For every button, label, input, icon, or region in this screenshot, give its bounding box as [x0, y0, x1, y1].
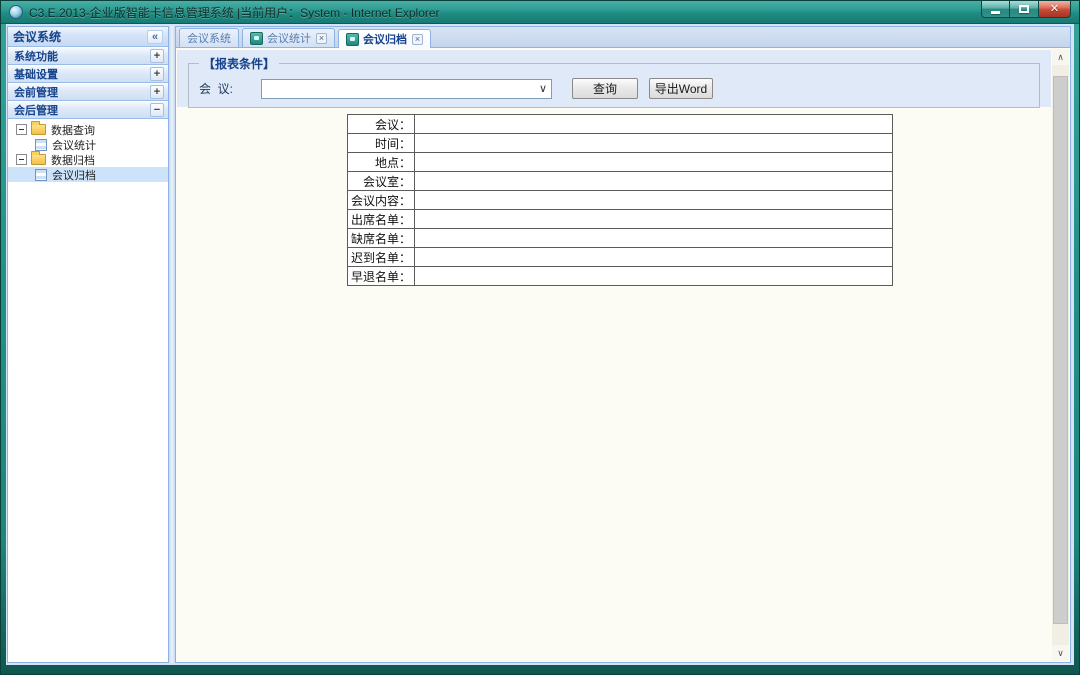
minimize-icon	[991, 11, 1000, 14]
close-button[interactable]: ✕	[1038, 1, 1071, 18]
fieldset-legend: 【报表条件】	[199, 55, 279, 72]
row-label: 会议：	[348, 115, 415, 134]
window-controls: ✕	[981, 1, 1071, 18]
row-value	[415, 210, 893, 229]
folder-icon	[31, 124, 46, 135]
sidebar: 会议系统 « 系统功能 + 基础设置 + 会前管理 + 会后管理 −	[7, 26, 169, 663]
table-row: 会议内容：	[348, 191, 893, 210]
row-value	[415, 115, 893, 134]
tab-meeting-system[interactable]: 会议系统	[179, 28, 239, 47]
expand-plus-icon[interactable]: +	[150, 85, 164, 99]
tree-node-meeting-archive[interactable]: 会议归档	[8, 167, 168, 182]
scroll-down-button[interactable]: ∨	[1052, 645, 1069, 661]
report-leaf-icon	[35, 139, 47, 151]
window-title: C3.E.2013-企业版智能卡信息管理系统 |当前用户：System - In…	[29, 4, 440, 21]
row-value	[415, 267, 893, 286]
folder-icon	[31, 154, 46, 165]
window-favicon-icon	[9, 5, 23, 19]
table-row: 出席名单：	[348, 210, 893, 229]
navigation-tree: 数据查询 会议统计 数据归档 会议归档	[8, 119, 168, 662]
meeting-tab-icon	[346, 33, 359, 46]
close-icon: ✕	[1050, 4, 1059, 15]
titlebar[interactable]: C3.E.2013-企业版智能卡信息管理系统 |当前用户：System - In…	[1, 1, 1079, 24]
tree-node-meeting-stats[interactable]: 会议统计	[8, 137, 168, 152]
scroll-up-button[interactable]: ∧	[1052, 49, 1069, 65]
collapse-minus-icon[interactable]: −	[150, 103, 164, 117]
ie-window: C3.E.2013-企业版智能卡信息管理系统 |当前用户：System - In…	[0, 0, 1080, 675]
accordion-item-pre-meeting[interactable]: 会前管理 +	[8, 83, 168, 101]
accordion-item-basic-settings[interactable]: 基础设置 +	[8, 65, 168, 83]
maximize-button[interactable]	[1010, 1, 1038, 18]
dropdown-arrow-icon[interactable]: ∨	[535, 80, 551, 98]
tree-collapse-icon[interactable]	[16, 124, 27, 135]
report-table: 会议： 时间： 地点： 会议室：	[347, 114, 893, 286]
tab-meeting-archive[interactable]: 会议归档 ×	[338, 29, 431, 48]
tree-node-label: 数据归档	[51, 152, 95, 168]
scrollbar-thumb[interactable]	[1053, 76, 1068, 624]
sidebar-header: 会议系统 «	[8, 27, 168, 47]
tree-node-label: 数据查询	[51, 122, 95, 138]
table-row: 缺席名单：	[348, 229, 893, 248]
accordion-item-post-meeting[interactable]: 会后管理 −	[8, 101, 168, 119]
meeting-select[interactable]: ∨	[261, 79, 552, 99]
expand-plus-icon[interactable]: +	[150, 49, 164, 63]
report-conditions-fieldset: 【报表条件】 会 议: ∨ 查询 导出Word	[188, 55, 1040, 108]
table-row: 早退名单：	[348, 267, 893, 286]
tree-collapse-icon[interactable]	[16, 154, 27, 165]
sidebar-title: 会议系统	[13, 28, 147, 45]
row-value	[415, 229, 893, 248]
row-label: 时间：	[348, 134, 415, 153]
tree-node-data-archive[interactable]: 数据归档	[8, 152, 168, 167]
row-value	[415, 248, 893, 267]
accordion-label: 会前管理	[14, 84, 150, 100]
accordion-label: 会后管理	[14, 102, 150, 118]
report-leaf-icon	[35, 169, 47, 181]
row-label: 早退名单：	[348, 267, 415, 286]
tree-node-label: 会议归档	[52, 167, 96, 183]
tab-bar: 会议系统 会议统计 × 会议归档 ×	[176, 27, 1070, 48]
tree-node-label: 会议统计	[52, 137, 96, 153]
export-word-button[interactable]: 导出Word	[649, 78, 713, 99]
query-button[interactable]: 查询	[572, 78, 638, 99]
table-row: 迟到名单：	[348, 248, 893, 267]
row-label: 会议室：	[348, 172, 415, 191]
accordion-label: 系统功能	[14, 48, 150, 64]
collapse-sidebar-button[interactable]: «	[147, 30, 163, 44]
row-value	[415, 153, 893, 172]
table-row: 会议室：	[348, 172, 893, 191]
maximize-icon	[1019, 5, 1029, 13]
tab-meeting-stats[interactable]: 会议统计 ×	[242, 28, 335, 47]
row-value	[415, 134, 893, 153]
close-tab-icon[interactable]: ×	[316, 33, 327, 44]
table-row: 会议：	[348, 115, 893, 134]
row-label: 会议内容：	[348, 191, 415, 210]
client-area: 会议系统 « 系统功能 + 基础设置 + 会前管理 + 会后管理 −	[6, 24, 1074, 665]
main-panel: 会议系统 会议统计 × 会议归档 × 【报表条件】	[175, 26, 1071, 663]
table-row: 地点：	[348, 153, 893, 172]
tab-label: 会议系统	[187, 30, 231, 46]
accordion-label: 基础设置	[14, 66, 150, 82]
expand-plus-icon[interactable]: +	[150, 67, 164, 81]
tab-label: 会议归档	[363, 31, 407, 47]
close-tab-icon[interactable]: ×	[412, 34, 423, 45]
row-label: 出席名单：	[348, 210, 415, 229]
row-label: 缺席名单：	[348, 229, 415, 248]
tab-label: 会议统计	[267, 30, 311, 46]
row-value	[415, 172, 893, 191]
row-label: 地点：	[348, 153, 415, 172]
tree-node-data-query[interactable]: 数据查询	[8, 122, 168, 137]
row-value	[415, 191, 893, 210]
tab-content: 【报表条件】 会 议: ∨ 查询 导出Word	[176, 48, 1070, 662]
accordion-item-system-functions[interactable]: 系统功能 +	[8, 47, 168, 65]
meeting-tab-icon	[250, 32, 263, 45]
vertical-scrollbar[interactable]: ∧ ∨	[1052, 49, 1069, 661]
report-conditions-panel: 【报表条件】 会 议: ∨ 查询 导出Word	[177, 50, 1051, 107]
row-label: 迟到名单：	[348, 248, 415, 267]
table-row: 时间：	[348, 134, 893, 153]
meeting-label: 会 议:	[199, 80, 261, 97]
minimize-button[interactable]	[981, 1, 1010, 18]
